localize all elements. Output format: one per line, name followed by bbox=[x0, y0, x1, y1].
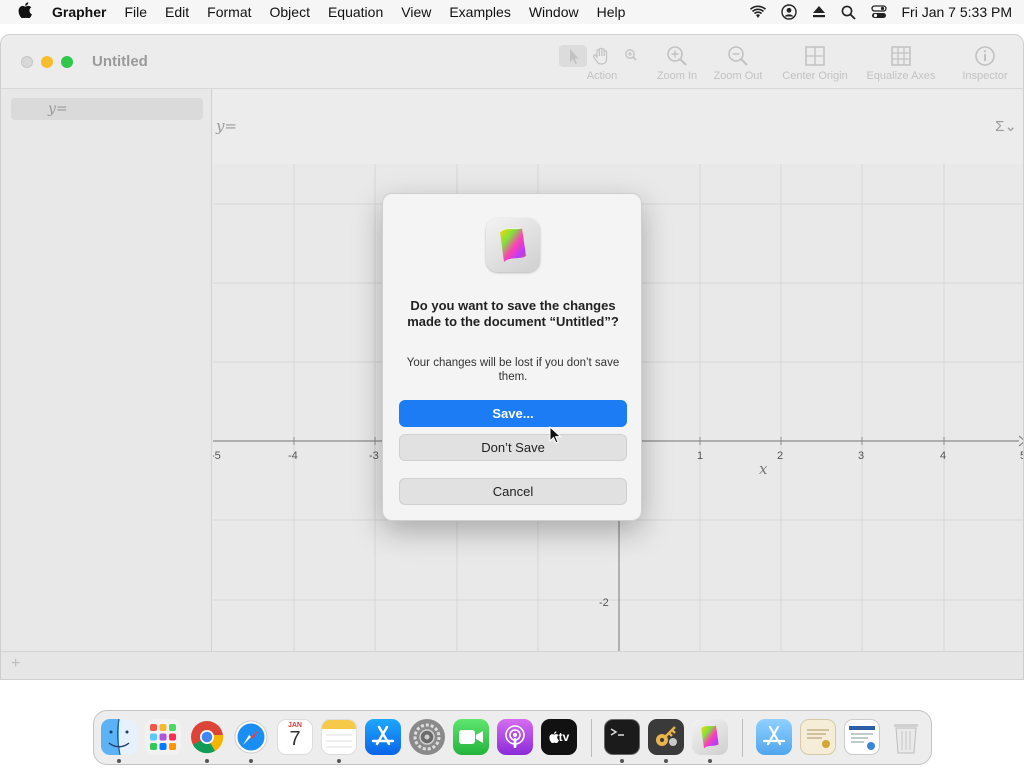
sidebar-bottom-bar: + bbox=[1, 651, 1023, 679]
equation-list-item[interactable]: y= bbox=[11, 98, 203, 120]
apple-tv-label: tv bbox=[558, 730, 570, 744]
zoom-in-button[interactable]: Zoom In bbox=[653, 45, 701, 82]
menu-bar: Grapher File Edit Format Object Equation… bbox=[0, 0, 1024, 24]
menu-bar-clock[interactable]: Fri Jan 7 5:33 PM bbox=[902, 4, 1013, 20]
grapher-icon[interactable] bbox=[692, 719, 728, 755]
center-origin-label: Center Origin bbox=[782, 70, 848, 82]
minimize-window-button[interactable] bbox=[41, 56, 53, 68]
certificate-icon[interactable] bbox=[800, 719, 836, 755]
zoom-out-icon bbox=[728, 46, 748, 66]
dont-save-button[interactable]: Don’t Save bbox=[399, 434, 627, 461]
podcasts-icon[interactable] bbox=[497, 719, 533, 755]
action-label: Action bbox=[586, 70, 618, 82]
inspector-button[interactable]: Inspector bbox=[956, 45, 1014, 82]
equation-entry-label: y= bbox=[216, 117, 238, 135]
action-tool-group[interactable]: Action bbox=[557, 45, 647, 82]
x-tick-label: 4 bbox=[940, 450, 946, 462]
running-indicator bbox=[117, 759, 121, 763]
finder-icon[interactable] bbox=[101, 719, 137, 755]
zoom-window-button[interactable] bbox=[61, 56, 73, 68]
document-icon[interactable] bbox=[844, 719, 880, 755]
x-tick-label: 3 bbox=[858, 450, 864, 462]
mouse-cursor-icon bbox=[549, 426, 562, 444]
equation-list-sidebar: y= bbox=[1, 89, 212, 679]
inspector-label: Inspector bbox=[962, 70, 1008, 82]
menu-examples[interactable]: Examples bbox=[440, 4, 519, 20]
applications-folder-icon[interactable] bbox=[756, 719, 792, 755]
running-indicator bbox=[708, 759, 712, 763]
grapher-app-icon bbox=[486, 218, 540, 272]
save-button[interactable]: Save... bbox=[399, 400, 627, 427]
terminal-icon[interactable] bbox=[604, 719, 640, 755]
apple-menu-icon[interactable] bbox=[8, 2, 42, 22]
center-origin-icon bbox=[805, 46, 825, 66]
symbols-menu-button[interactable]: Σ⌄ bbox=[995, 117, 1017, 135]
menu-file[interactable]: File bbox=[115, 4, 156, 20]
equalize-axes-label: Equalize Axes bbox=[866, 70, 936, 82]
equation-entry-bar[interactable]: y= Σ⌄ bbox=[213, 89, 1023, 164]
window-title: Untitled bbox=[92, 53, 148, 70]
menu-object[interactable]: Object bbox=[261, 4, 319, 20]
close-window-button[interactable] bbox=[21, 56, 33, 68]
apple-tv-icon[interactable]: tv bbox=[541, 719, 577, 755]
running-indicator bbox=[337, 759, 341, 763]
safari-icon[interactable] bbox=[233, 719, 269, 755]
launchpad-icon[interactable] bbox=[145, 719, 181, 755]
facetime-icon[interactable] bbox=[453, 719, 489, 755]
x-tick-label: -5 bbox=[213, 450, 221, 462]
trash-icon[interactable] bbox=[888, 719, 924, 755]
zoom-out-label: Zoom Out bbox=[713, 70, 763, 82]
running-indicator bbox=[205, 759, 209, 763]
wifi-icon[interactable] bbox=[749, 5, 766, 19]
zoom-out-button[interactable]: Zoom Out bbox=[710, 45, 766, 82]
running-indicator bbox=[620, 759, 624, 763]
dialog-title: Do you want to save the changes made to … bbox=[407, 298, 619, 329]
menu-grapher[interactable]: Grapher bbox=[42, 4, 115, 20]
calendar-icon[interactable]: JAN 7 bbox=[277, 719, 313, 755]
keychain-icon[interactable] bbox=[648, 719, 684, 755]
menu-format[interactable]: Format bbox=[198, 4, 260, 20]
x-tick-label: 2 bbox=[777, 450, 783, 462]
cancel-button[interactable]: Cancel bbox=[399, 478, 627, 505]
calendar-day: 7 bbox=[289, 728, 301, 750]
dialog-message: Your changes will be lost if you don’t s… bbox=[406, 357, 620, 383]
add-equation-button[interactable]: + bbox=[11, 655, 20, 673]
control-center-icon[interactable] bbox=[870, 5, 887, 19]
x-tick-label: 1 bbox=[697, 450, 703, 462]
save-changes-dialog: Do you want to save the changes made to … bbox=[382, 193, 642, 521]
x-tick-label: -4 bbox=[288, 450, 298, 462]
x-tick-label: 5 bbox=[1020, 450, 1024, 462]
dock-separator bbox=[591, 719, 592, 757]
equalize-axes-button[interactable]: Equalize Axes bbox=[863, 45, 939, 82]
spotlight-search-icon[interactable] bbox=[841, 5, 856, 20]
zoom-in-icon bbox=[667, 46, 687, 66]
status-area: Fri Jan 7 5:33 PM bbox=[749, 0, 1013, 24]
app-store-icon[interactable] bbox=[365, 719, 401, 755]
y-tick-label: -2 bbox=[599, 597, 609, 609]
running-indicator bbox=[664, 759, 668, 763]
info-icon bbox=[975, 46, 995, 66]
user-account-icon[interactable] bbox=[780, 4, 797, 20]
menu-equation[interactable]: Equation bbox=[319, 4, 392, 20]
menu-view[interactable]: View bbox=[392, 4, 440, 20]
dock: JAN 7 tv bbox=[93, 710, 932, 765]
eject-icon[interactable] bbox=[812, 5, 826, 19]
chrome-icon[interactable] bbox=[189, 719, 225, 755]
equalize-axes-icon bbox=[891, 46, 911, 66]
hand-icon bbox=[592, 47, 608, 65]
x-axis-label: x bbox=[759, 460, 768, 478]
title-bar: Untitled Action Zoom In Zoom Out Center … bbox=[1, 35, 1023, 89]
dock-separator bbox=[742, 719, 743, 757]
system-preferences-icon[interactable] bbox=[409, 719, 445, 755]
zoom-in-label: Zoom In bbox=[656, 70, 698, 82]
x-tick-label: -3 bbox=[369, 450, 379, 462]
center-origin-button[interactable]: Center Origin bbox=[778, 45, 852, 82]
equation-placeholder: y= bbox=[48, 101, 68, 117]
menu-edit[interactable]: Edit bbox=[156, 4, 198, 20]
menu-help[interactable]: Help bbox=[588, 4, 635, 20]
menu-window[interactable]: Window bbox=[520, 4, 588, 20]
notes-icon[interactable] bbox=[321, 719, 357, 755]
running-indicator bbox=[249, 759, 253, 763]
